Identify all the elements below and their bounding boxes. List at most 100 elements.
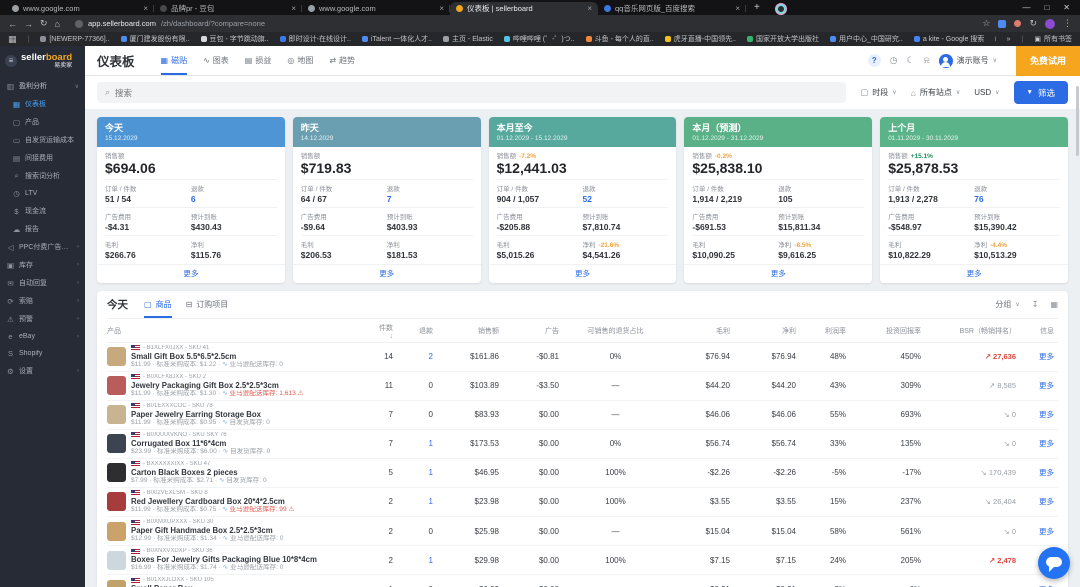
new-tab-button[interactable]: + [754, 2, 760, 13]
refunds-value[interactable]: 1 [397, 556, 437, 565]
row-more-link[interactable]: 更多 [1020, 526, 1058, 537]
sidebar-item-inventory[interactable]: ▣ 库存 › [0, 256, 85, 274]
column-header[interactable]: 信息 [1020, 326, 1058, 336]
view-tab-charts[interactable]: ∿ 图表 [203, 46, 229, 75]
product-cell[interactable]: - B01EXXXCOC - SKU 78 Paper Jewelry Earri… [107, 401, 357, 429]
sidebar-item-profit-analysis[interactable]: ▥ 盈利分析 ∨ [0, 77, 85, 95]
browser-tab[interactable]: 仪表板 | sellerboard × [450, 2, 598, 15]
bookmark-item[interactable]: a kite - Google 搜索 [913, 34, 984, 44]
column-header[interactable]: 退款 [397, 326, 437, 336]
group-by-dropdown[interactable]: 分组 ∨ [995, 299, 1019, 310]
refunds-value[interactable]: 1 [397, 439, 437, 448]
column-header[interactable]: 毛利 [668, 326, 734, 336]
bookmarks-overflow-icon[interactable]: » [1007, 36, 1011, 43]
card-more-link[interactable]: 更多 [488, 263, 677, 283]
column-settings-icon[interactable]: ▦ [1050, 300, 1058, 309]
sidebar-item-ppc-dashboard[interactable]: ◁PPC付费广告仪表板› [0, 238, 85, 256]
sidebar-item-dashboard[interactable]: ▦ 仪表板 [0, 95, 85, 113]
sidebar-item-products[interactable]: ▢ 产品 [0, 113, 85, 131]
bookmark-item[interactable]: [NEWERP-77366].. [40, 34, 110, 44]
free-trial-button[interactable]: 免费试用 [1015, 45, 1080, 76]
filter-button[interactable]: ▼ 筛选 [1013, 81, 1068, 104]
marketplace-filter[interactable]: ⌂ 所有站点 ∨ [911, 87, 961, 98]
bookmark-item[interactable]: iTalent 一体化人才.. [361, 34, 432, 44]
browser-profile-avatar[interactable] [1045, 18, 1055, 29]
bookmark-item[interactable]: 豆包 - 字节跳动旗.. [200, 34, 269, 44]
bookmark-item[interactable]: 哔哩哔哩 (゜-゜)つ.. [503, 34, 575, 44]
notifications-bell-icon[interactable]: ⍾ [924, 55, 930, 66]
column-header[interactable]: 销售额 [437, 326, 503, 336]
menu-icon[interactable]: ≡ [5, 55, 17, 68]
view-tab-trends[interactable]: ⇄ 趋势 [329, 46, 355, 75]
row-more-link[interactable]: 更多 [1020, 584, 1058, 587]
column-header[interactable]: 可销售的退货占比 [563, 326, 668, 336]
sidebar-item-alerts[interactable]: ⚠ 预警 › [0, 310, 85, 328]
bookmark-item[interactable]: 厦门建发股份有限.. [120, 34, 190, 44]
history-icon[interactable]: ◷ [890, 55, 898, 66]
sidebar-item-ebay[interactable]: e eBay › [0, 328, 85, 345]
sidebar-item-reports[interactable]: ☁ 报告 [0, 220, 85, 238]
bookmark-item[interactable]: 国家开放大学出版社 [747, 34, 819, 44]
card-more-link[interactable]: 更多 [97, 263, 285, 283]
all-bookmarks[interactable]: ▣ 所有书签 [1034, 34, 1072, 44]
browser-tab[interactable]: www.google.com × [302, 2, 450, 15]
back-icon[interactable]: ← [8, 19, 17, 29]
browser-tab[interactable]: www.google.com × [6, 2, 154, 15]
row-more-link[interactable]: 更多 [1020, 409, 1058, 420]
extensions-puzzle-icon[interactable]: ↻ [1029, 18, 1037, 29]
product-cell[interactable]: - B002VEXLSM - SKU 8 Red Jewellery Cardbo… [107, 488, 357, 516]
chat-widget-button[interactable] [1038, 547, 1070, 579]
product-cell[interactable]: - B1XLFX0JXX - SKU 41 Small Gift Box 5.5*… [107, 343, 357, 371]
address-bar[interactable]: app.sellerboard.com/zh/dashboard/?compar… [67, 17, 975, 30]
view-tab-map[interactable]: ◎ 地图 [287, 46, 313, 75]
search-input[interactable] [115, 87, 839, 98]
bookmark-item[interactable]: 斗鱼 - 每个人的直.. [585, 34, 654, 44]
product-cell[interactable]: - B0XXXXVKNO - SKU SKY 76 Corrugated Box … [107, 430, 357, 458]
card-more-link[interactable]: 更多 [684, 263, 873, 283]
row-more-link[interactable]: 更多 [1020, 351, 1058, 362]
window-minimize-icon[interactable]: — [1022, 3, 1030, 12]
view-tab-tiles[interactable]: ▦ 磁贴 [160, 46, 188, 75]
extension-icon-red[interactable] [1014, 20, 1022, 27]
row-more-link[interactable]: 更多 [1020, 438, 1058, 449]
tab-close-icon[interactable]: × [291, 4, 296, 13]
sidebar-item-money-back[interactable]: ⟳ 索赔 › [0, 292, 85, 310]
bookmark-item[interactable]: 虎牙直播-中国领先.. [664, 34, 736, 44]
dark-mode-icon[interactable]: ☾ [907, 55, 915, 66]
window-close-icon[interactable]: ✕ [1063, 3, 1070, 12]
sidebar-item-ltv[interactable]: ◷ LTV [0, 185, 85, 202]
refunds-value[interactable]: 1 [397, 497, 437, 506]
period-filter[interactable]: ▢ 时段 ∨ [860, 87, 896, 98]
site-info-icon[interactable] [74, 19, 83, 28]
column-header[interactable]: BSR（畅销排名） [925, 326, 1020, 336]
refunds-value[interactable]: 6 [191, 194, 277, 204]
card-more-link[interactable]: 更多 [880, 263, 1068, 283]
column-header[interactable]: 产品 [107, 326, 357, 336]
search-box[interactable]: ⌕ [97, 82, 847, 103]
browser-tab[interactable]: 品牌pr - 豆包 × [154, 2, 302, 15]
refunds-value[interactable]: 1 [397, 468, 437, 477]
column-header[interactable]: 投资回报率 [850, 326, 925, 336]
help-icon[interactable]: ? [867, 54, 881, 67]
sidebar-item-settings[interactable]: ⚙ 设置 › [0, 362, 85, 380]
currency-filter[interactable]: USD ∨ [974, 88, 999, 97]
browser-menu-icon[interactable]: ⋮ [1063, 18, 1072, 29]
row-more-link[interactable]: 更多 [1020, 496, 1058, 507]
refunds-value[interactable]: 2 [397, 352, 437, 361]
product-cell[interactable]: - BXXXXXXIXX - SKU 47 Carton Black Boxes … [107, 459, 357, 487]
tab-close-icon[interactable]: × [143, 4, 148, 13]
sort-descending-icon[interactable]: ↓ [357, 333, 394, 340]
column-header[interactable]: 利润率 [800, 326, 850, 336]
account-menu[interactable]: 演示账号 ∨ [938, 53, 997, 68]
row-more-link[interactable]: 更多 [1020, 380, 1058, 391]
bookmark-item[interactable]: 用户中心_中国研究.. [830, 34, 903, 44]
product-cell[interactable]: - B0XLFX8JXX - SKU 2 Jewelry Packaging Gi… [107, 372, 357, 400]
refunds-value[interactable]: 76 [974, 194, 1060, 204]
refunds-value[interactable]: 52 [583, 194, 669, 204]
export-download-icon[interactable]: ↧ [1032, 300, 1039, 309]
tab-close-icon[interactable]: × [587, 4, 592, 13]
column-header[interactable]: 广告 [503, 326, 563, 336]
product-cell[interactable]: - B0XNXVXDXP - SKU 36 Boxes For Jewelry G… [107, 546, 357, 574]
extension-icon-blue[interactable] [998, 19, 1007, 28]
bookmark-item[interactable]: 主页 - Elastic [442, 34, 493, 44]
